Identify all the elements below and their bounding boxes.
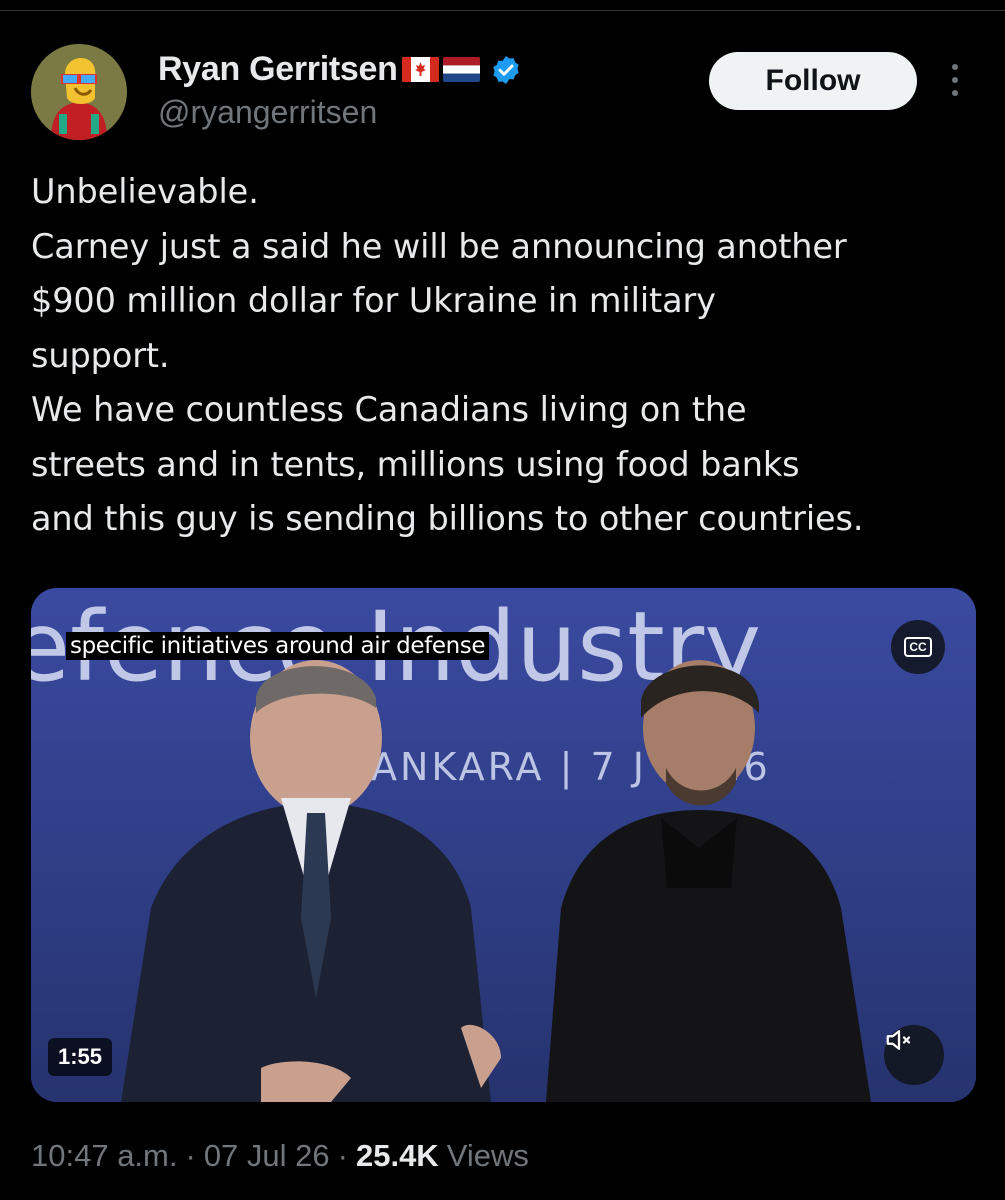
- cc-icon: CC: [904, 637, 932, 657]
- tweet-line: $900 million dollar for Ukraine in milit…: [31, 281, 716, 320]
- unmute-button[interactable]: [884, 1025, 944, 1085]
- muted-speaker-icon: [886, 1030, 911, 1050]
- tweet-line: support.: [31, 335, 170, 375]
- canada-flag-icon: [401, 57, 439, 82]
- top-divider: [0, 10, 1005, 11]
- netherlands-flag-icon: [442, 57, 480, 82]
- tweet-line: and this guy is sending billions to othe…: [31, 499, 864, 538]
- follow-button[interactable]: Follow: [709, 52, 917, 110]
- tweet-date[interactable]: 07 Jul 26: [204, 1138, 330, 1174]
- author-handle[interactable]: @ryangerritsen: [158, 94, 377, 131]
- tweet-meta: 10:47 a.m. · 07 Jul 26 · 25.4K Views: [31, 1138, 529, 1174]
- video-duration: 1:55: [48, 1038, 113, 1076]
- video-player[interactable]: efence Industry ANKARA | 7 J 2026 specif…: [31, 588, 976, 1102]
- tweet-line: We have countless Canadians living on th…: [31, 390, 747, 429]
- verified-badge-icon[interactable]: [490, 54, 522, 86]
- closed-caption-text: specific initiatives around air defense: [66, 632, 490, 660]
- meta-separator: ·: [337, 1138, 348, 1173]
- views-label: Views: [446, 1138, 529, 1173]
- tweet-time[interactable]: 10:47 a.m.: [31, 1138, 177, 1174]
- author-name-row[interactable]: Ryan Gerritsen: [158, 50, 522, 89]
- video-frame: efence Industry ANKARA | 7 J 2026: [31, 588, 976, 1102]
- avatar[interactable]: [31, 44, 127, 140]
- closed-captions-button[interactable]: CC: [891, 620, 945, 674]
- tweet-line: streets and in tents, millions using foo…: [31, 444, 800, 484]
- views-count[interactable]: 25.4K: [356, 1138, 439, 1174]
- tweet-line: Unbelievable.: [31, 172, 259, 211]
- tweet-text: Unbelievable. Carney just a said he will…: [31, 165, 991, 547]
- meta-separator: ·: [185, 1138, 196, 1173]
- author-name[interactable]: Ryan Gerritsen: [158, 50, 398, 89]
- more-options-icon[interactable]: [940, 60, 970, 100]
- tweet-line: Carney just a said he will be announcing…: [31, 226, 847, 266]
